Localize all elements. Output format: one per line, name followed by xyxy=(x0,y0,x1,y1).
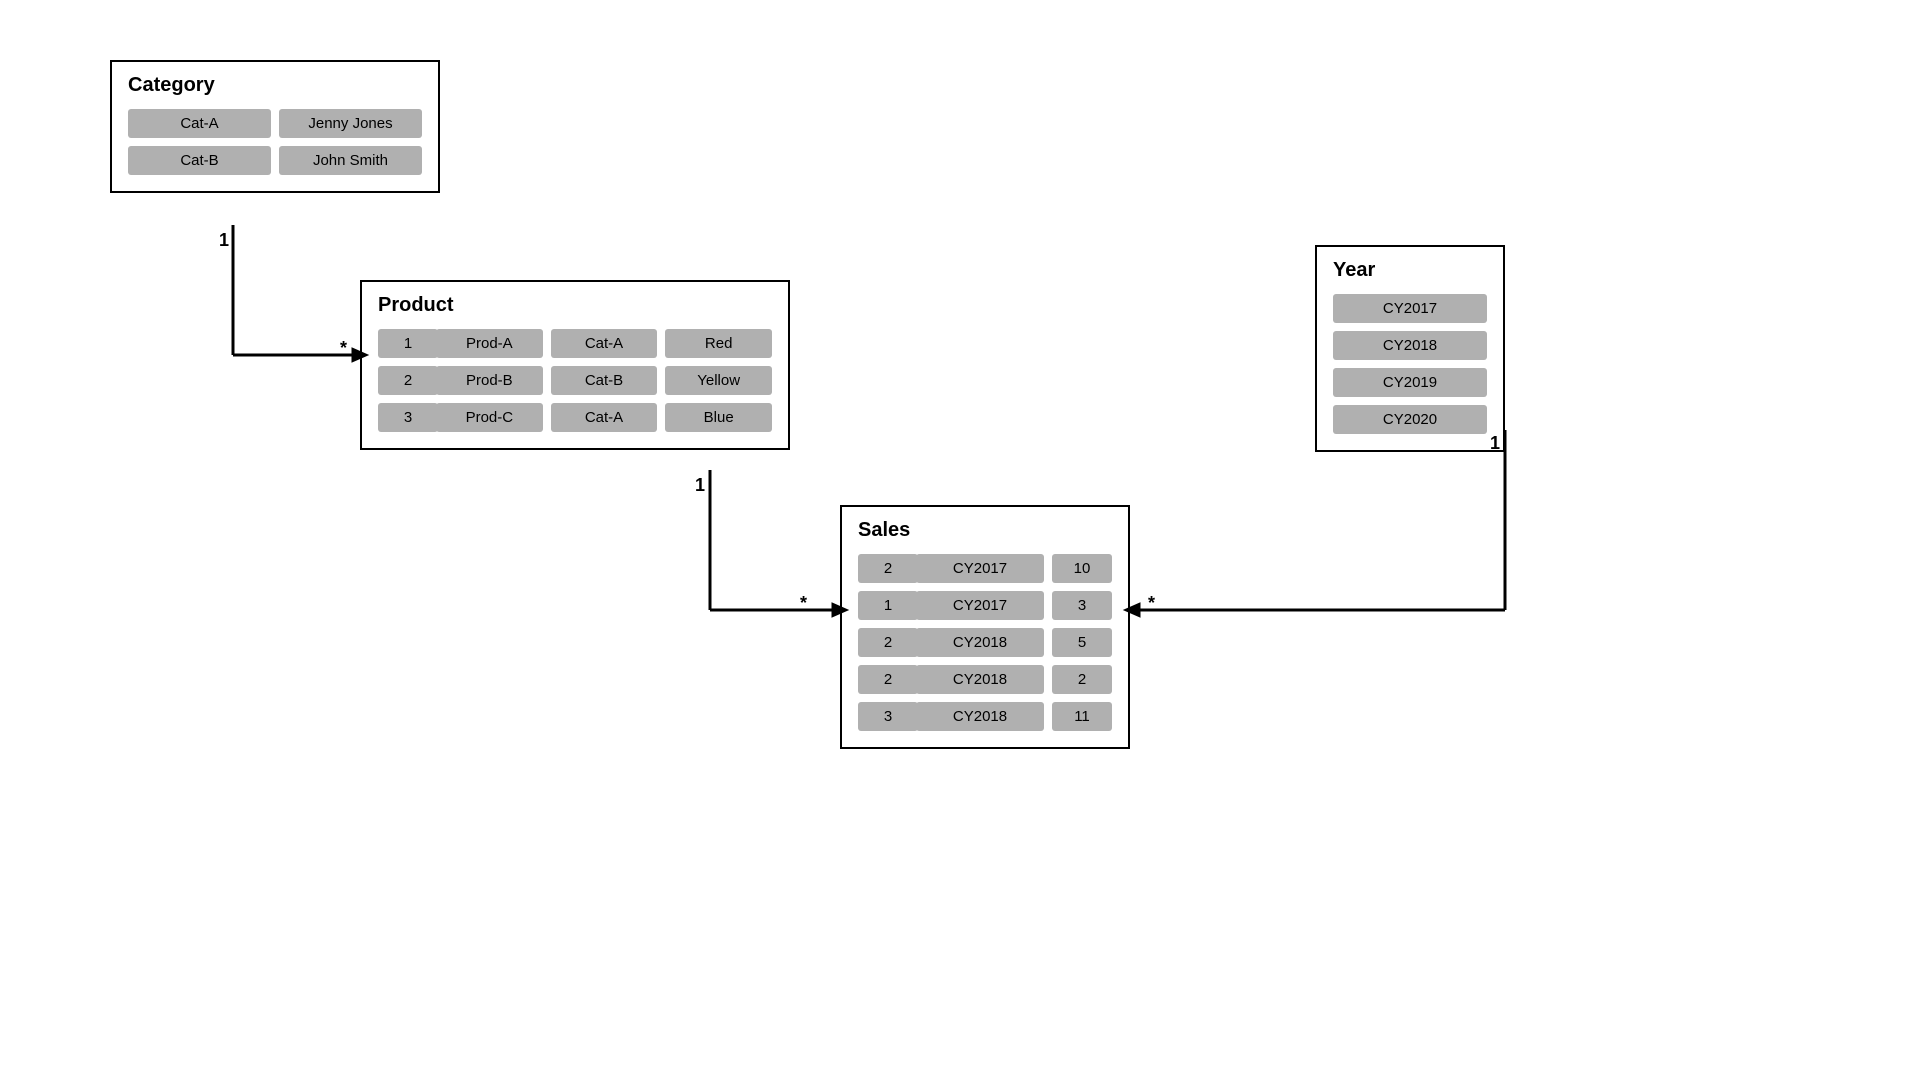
cardinality-label-1: 1 xyxy=(219,230,229,251)
cardinality-label-1c: 1 xyxy=(1490,433,1500,454)
cardinality-label-star-c: * xyxy=(1148,593,1155,614)
cardinality-label-1b: 1 xyxy=(695,475,705,496)
cardinality-label-star: * xyxy=(340,338,347,359)
cardinality-label-star-b: * xyxy=(800,593,807,614)
connectors-svg xyxy=(0,0,1920,1080)
